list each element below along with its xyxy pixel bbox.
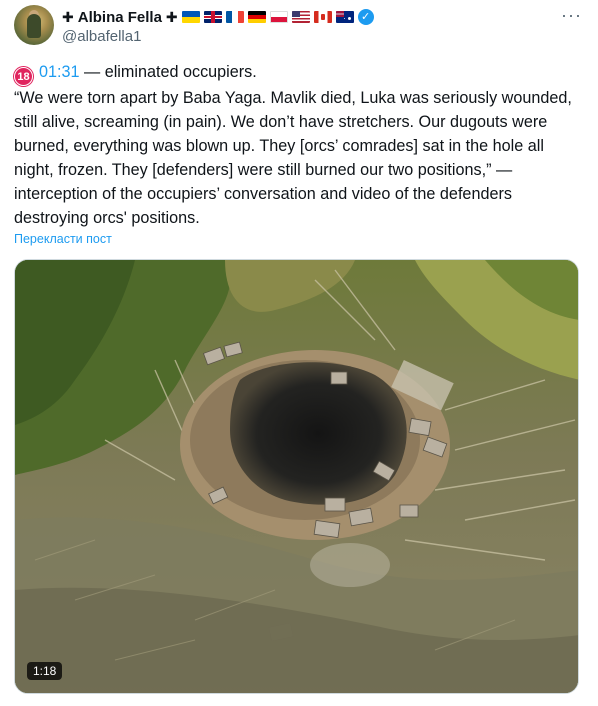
australia-flag-icon — [335, 11, 354, 23]
verified-badge-icon: ✓ — [357, 9, 374, 25]
france-flag-icon — [225, 11, 244, 23]
cross-icon: ✚ — [165, 8, 178, 25]
author-name-row[interactable]: ✚ Albina Fella ✚ ✓ — [62, 7, 374, 27]
author-display-name[interactable]: Albina Fella — [78, 9, 162, 26]
more-options-icon[interactable]: ··· — [561, 6, 582, 24]
video-player[interactable]: 1:18 — [14, 259, 579, 694]
tweet-body: “We were torn apart by Baba Yaga. Mavlik… — [14, 89, 572, 227]
germany-flag-icon — [247, 11, 266, 23]
canada-flag-icon — [313, 11, 332, 23]
uk-flag-icon — [203, 11, 222, 23]
tweet-header: ✚ Albina Fella ✚ ✓ @albafella1 ··· — [14, 4, 584, 48]
poland-flag-icon — [269, 11, 288, 23]
ukraine-flag-icon — [181, 11, 200, 23]
tweet-text: 18 01:31 — eliminated occupiers. “We were… — [14, 60, 584, 230]
video-duration: 1:18 — [27, 662, 63, 680]
avatar-figure — [27, 14, 41, 38]
translate-post-link[interactable]: Перекласти пост — [14, 232, 112, 246]
usa-flag-icon — [291, 11, 310, 23]
avatar[interactable] — [14, 5, 54, 45]
tweet-headline-line: 18 01:31 — eliminated occupiers. — [14, 60, 584, 86]
author-handle[interactable]: @albafella1 — [62, 28, 141, 45]
timestamp-link[interactable]: 01:31 — [39, 63, 80, 81]
video-frame — [15, 260, 578, 693]
tweet-headline: — eliminated occupiers. — [79, 63, 257, 81]
cross-icon: ✚ — [62, 8, 74, 25]
age-restriction-18-icon: 18 — [14, 67, 33, 86]
